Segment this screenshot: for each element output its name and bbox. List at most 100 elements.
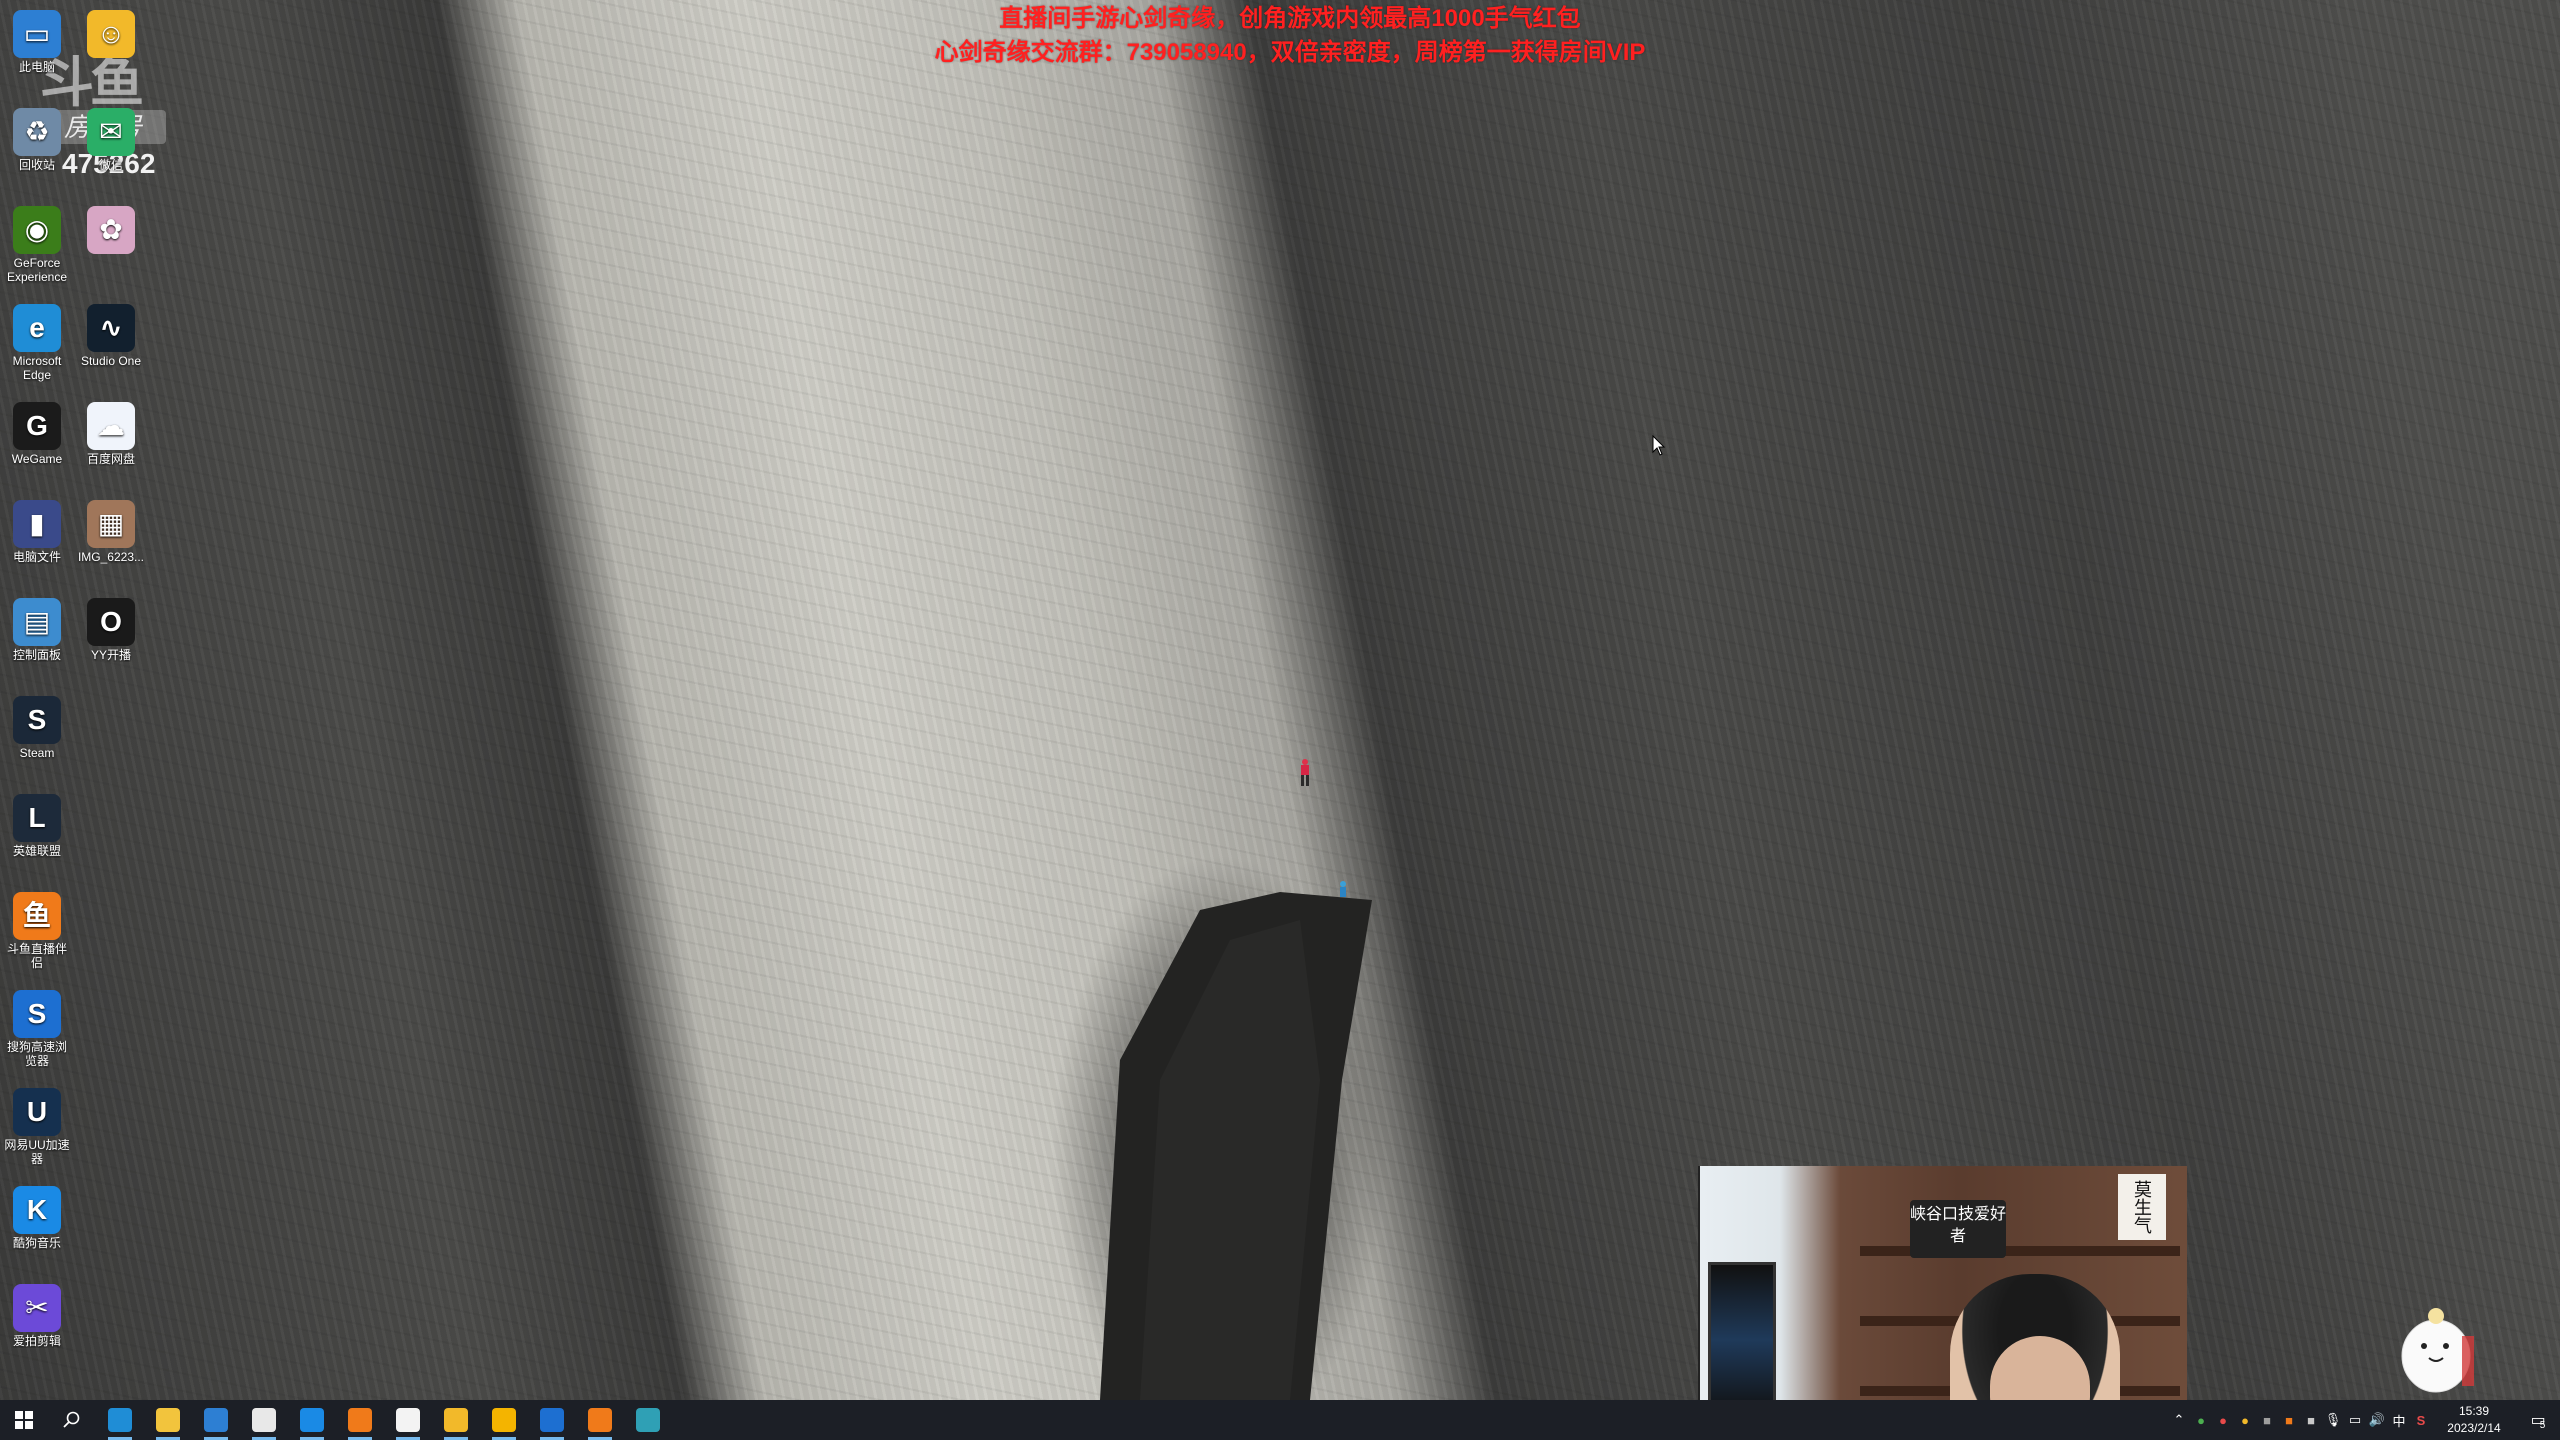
taskbar-app-button[interactable] <box>432 1400 480 1440</box>
tray-app-icon[interactable]: ■ <box>2300 1400 2322 1440</box>
desktop-icon[interactable]: ▭ 此电脑 <box>0 6 74 74</box>
douyu-mascot-icon <box>444 1408 468 1432</box>
desktop-icon-label: 英雄联盟 <box>12 844 61 858</box>
control-panel-icon: ▤ <box>13 598 61 646</box>
wegame-icon: G <box>13 402 61 450</box>
search-button[interactable] <box>48 1400 96 1440</box>
sogou-browser-icon: S <box>13 990 61 1038</box>
taskbar-app-button[interactable] <box>528 1400 576 1440</box>
desktop-icon-label: Microsoft Edge <box>12 354 62 382</box>
desktop-icon[interactable]: ✿ <box>74 202 148 256</box>
recycle-bin-icon: ♻ <box>13 108 61 156</box>
desktop-icon[interactable]: ∿ Studio One <box>74 300 148 368</box>
douyu-mascot-icon: ☺ <box>87 10 135 58</box>
computer-icon: ▭ <box>13 10 61 58</box>
mascot-sticker-icon <box>2401 1308 2474 1393</box>
desktop-icon[interactable]: ☺ <box>74 6 148 60</box>
desktop-icon[interactable]: ♻ 回收站 <box>0 104 74 172</box>
desktop-icon-label: 斗鱼直播伴侣 <box>6 942 67 970</box>
taskbar-app-button[interactable] <box>384 1400 432 1440</box>
desktop-icon[interactable]: ◉ GeForce Experience <box>0 202 74 284</box>
webcam-feed: 峡谷口技爱好者 莫生气 <box>1698 1166 2187 1440</box>
douyu-companion-icon: 鱼 <box>13 892 61 940</box>
tray-app-icon[interactable]: ● <box>2190 1400 2212 1440</box>
store-icon <box>204 1408 228 1432</box>
desktop-icon-label: 回收站 <box>18 158 55 172</box>
webcam-card: 莫生气 <box>2118 1174 2166 1240</box>
desktop-icon-label: WeGame <box>11 452 63 466</box>
desktop-icon[interactable]: 鱼斗鱼直播伴侣 <box>0 888 74 970</box>
tray-app-icon[interactable]: ■ <box>2278 1400 2300 1440</box>
ime-indicator[interactable]: 中 <box>2388 1400 2410 1440</box>
league-icon: L <box>13 794 61 842</box>
douyu-companion-icon <box>588 1408 612 1432</box>
sogou-ime-icon[interactable]: S <box>2410 1400 2432 1440</box>
studio-one-icon: ∿ <box>87 304 135 352</box>
tray-overflow-icon[interactable]: ⌃ <box>2168 1400 2190 1440</box>
mail-icon <box>252 1408 276 1432</box>
uu-accelerator-icon: U <box>13 1088 61 1136</box>
taskbar-app-button[interactable] <box>288 1400 336 1440</box>
notification-count: 5 <box>2539 1419 2546 1431</box>
google-icon <box>492 1408 516 1432</box>
volume-icon[interactable]: 🔊 <box>2366 1400 2388 1440</box>
desktop-icon-label: 网易UU加速器 <box>4 1138 70 1166</box>
taskbar-app-button[interactable] <box>144 1400 192 1440</box>
tray-app-icon[interactable]: ■ <box>2256 1400 2278 1440</box>
desktop-icon[interactable]: e Microsoft Edge <box>0 300 74 382</box>
search-icon <box>63 1411 80 1428</box>
desktop-icon[interactable]: ✂ 爱拍剪辑 <box>0 1280 74 1348</box>
system-tray: ⌃ ● ● ● ■ ■ ■ 🎙 ▭ 🔊 中 S 15:39 2023/2/14 … <box>2168 1400 2560 1440</box>
webcam-sign: 峡谷口技爱好者 <box>1910 1200 2006 1258</box>
desktop-icon-label: 搜狗高速浏览器 <box>6 1040 67 1068</box>
desktop-icon[interactable]: ▤ 控制面板 <box>0 594 74 662</box>
desktop-icon[interactable]: U 网易UU加速器 <box>0 1084 74 1166</box>
notification-center-button[interactable]: ▭ 5 <box>2516 1400 2560 1440</box>
banner-line-2: 心剑奇缘交流群：739058940，双倍亲密度，周榜第一获得房间VIP <box>934 39 1646 66</box>
desktop-icon[interactable]: S Steam <box>0 692 74 760</box>
desktop-icon[interactable]: G WeGame <box>0 398 74 466</box>
file-explorer-icon <box>156 1408 180 1432</box>
taskbar-app-button[interactable] <box>576 1400 624 1440</box>
desktop-icon[interactable]: O YY开播 <box>74 594 148 662</box>
mouse-cursor <box>1652 435 1666 456</box>
baidu-netdisk-icon: ☁ <box>87 402 135 450</box>
clock-date: 2023/2/14 <box>2447 1421 2501 1435</box>
desktop-icon[interactable]: ▮ 电脑文件 <box>0 496 74 564</box>
kugou-icon: K <box>13 1186 61 1234</box>
desktop-icon[interactable]: S 搜狗高速浏览器 <box>0 986 74 1068</box>
desktop-icon-label: 控制面板 <box>12 648 61 662</box>
taskbar-app-button[interactable] <box>240 1400 288 1440</box>
taskbar: ⌃ ● ● ● ■ ■ ■ 🎙 ▭ 🔊 中 S 15:39 2023/2/14 … <box>0 1400 2560 1440</box>
desktop-icon[interactable]: K 酷狗音乐 <box>0 1182 74 1250</box>
taskbar-app-button[interactable] <box>624 1400 672 1440</box>
desktop-icon-label: IMG_6223... <box>77 550 145 564</box>
desktop-icon-label: 电脑文件 <box>12 550 61 564</box>
tray-app-icon[interactable]: ● <box>2212 1400 2234 1440</box>
folder-icon: ▮ <box>13 500 61 548</box>
taskbar-apps <box>96 1400 672 1440</box>
desktop-icon[interactable]: L 英雄联盟 <box>0 790 74 858</box>
taskbar-app-button[interactable] <box>192 1400 240 1440</box>
shelf <box>1860 1246 2180 1256</box>
desktop-icon[interactable]: ☁ 百度网盘 <box>74 398 148 466</box>
start-button[interactable] <box>0 1400 48 1440</box>
desktop-icon-label: GeForce Experience <box>6 256 68 284</box>
edge-icon <box>108 1408 132 1432</box>
clock[interactable]: 15:39 2023/2/14 <box>2432 1403 2516 1437</box>
desktop-icon-label: 酷狗音乐 <box>12 1236 61 1250</box>
microphone-icon[interactable]: 🎙 <box>2322 1400 2344 1440</box>
desktop-icon-label: YY开播 <box>90 648 131 662</box>
taskbar-app-button[interactable] <box>336 1400 384 1440</box>
tray-app-icon[interactable]: ● <box>2234 1400 2256 1440</box>
desktop-icon[interactable]: ✉ 微信 <box>74 104 148 172</box>
taskbar-app-button[interactable] <box>96 1400 144 1440</box>
network-icon[interactable]: ▭ <box>2344 1400 2366 1440</box>
desktop-icon-label: Studio One <box>80 354 142 368</box>
anime-app-icon: ✿ <box>87 206 135 254</box>
yy-live-icon: O <box>87 598 135 646</box>
edge-icon: e <box>13 304 61 352</box>
desktop-icon[interactable]: ▦ IMG_6223... <box>74 496 148 564</box>
taskbar-app-button[interactable] <box>480 1400 528 1440</box>
windows-icon <box>15 1411 33 1429</box>
